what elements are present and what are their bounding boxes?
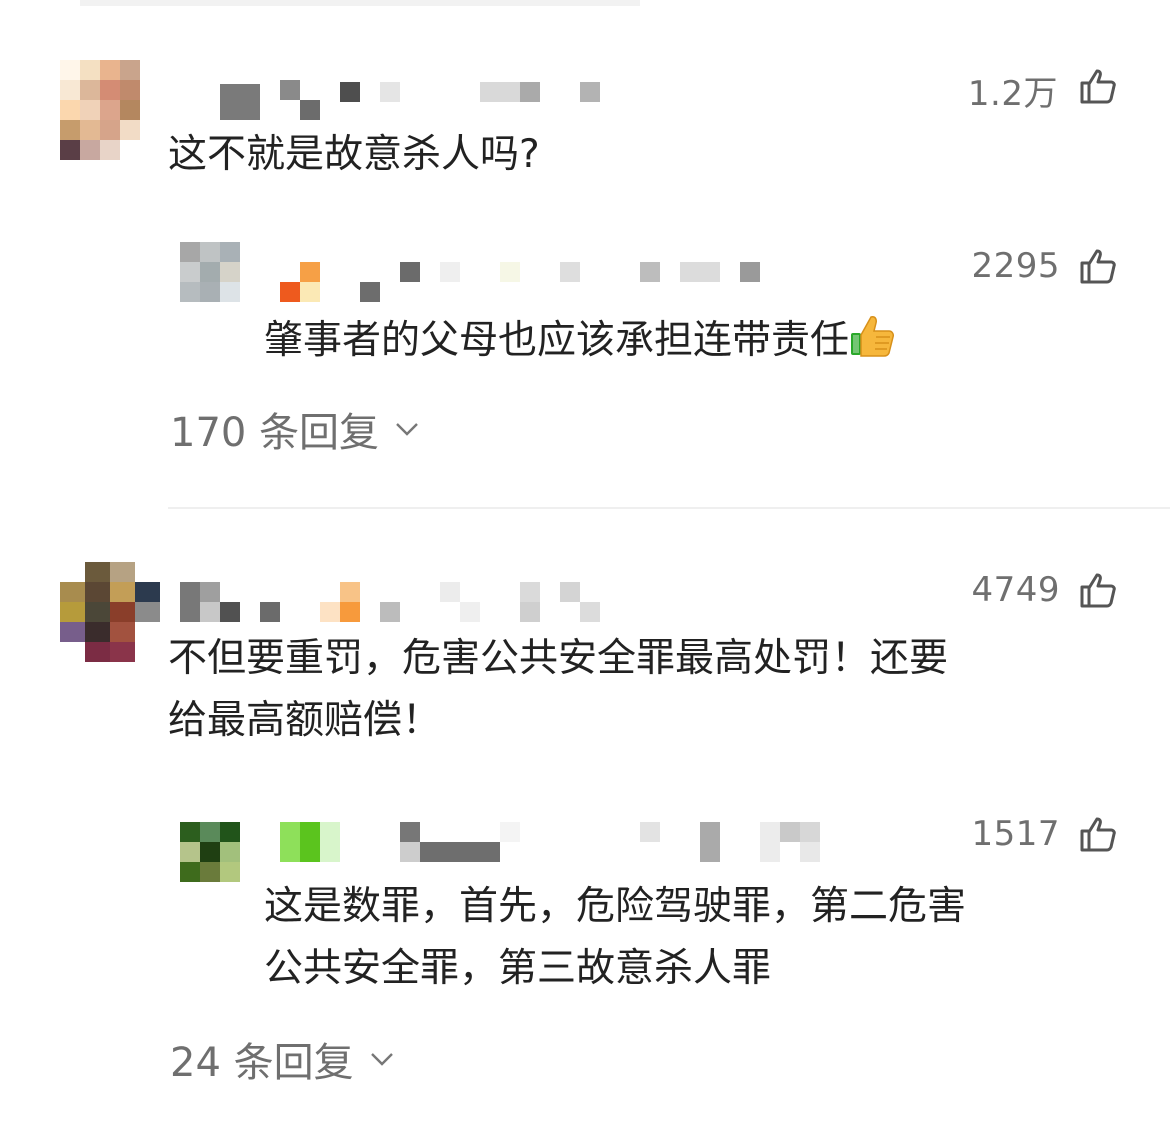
chevron-down-icon <box>370 1053 393 1066</box>
reply-username-blurred[interactable] <box>280 262 760 302</box>
reply-text-content: 肇事者的父母也应该承担连带责任 <box>264 318 850 363</box>
avatar[interactable] <box>60 562 160 662</box>
top-separator <box>80 0 640 6</box>
reply-like-count: 1517 <box>971 814 1060 854</box>
thumbs-up-emoji <box>851 316 895 357</box>
reply-like-count: 2295 <box>971 246 1060 286</box>
comment-text: 这不就是故意杀人吗? <box>168 132 540 177</box>
view-replies-button[interactable]: 24 条回复 <box>170 1030 394 1088</box>
view-replies-button[interactable]: 170 条回复 <box>170 400 419 458</box>
like-count: 4749 <box>971 570 1060 610</box>
like-count: 1.2万 <box>967 74 1058 114</box>
reply-text-line-2: 公共安全罪，第三故意杀人罪 <box>264 946 772 991</box>
avatar[interactable] <box>60 60 140 160</box>
comment-text-line-2: 给最高额赔偿！ <box>168 698 442 743</box>
comment-text-line-1: 不但要重罚，危害公共安全罪最高处罚！还要 <box>168 636 949 681</box>
thumbs-up-icon[interactable] <box>1078 66 1118 106</box>
username-blurred[interactable] <box>180 582 600 622</box>
thumbs-up-icon[interactable] <box>1078 246 1118 286</box>
reply-username-blurred[interactable] <box>280 822 820 862</box>
chevron-down-icon <box>396 423 418 436</box>
replies-count-label: 24 条回复 <box>170 1040 354 1086</box>
reply-text-line-1: 这是数罪，首先，危险驾驶罪，第二危害 <box>264 884 967 929</box>
thumbs-up-icon[interactable] <box>1078 570 1118 610</box>
thumbs-up-icon[interactable] <box>1078 814 1118 854</box>
replies-count-label: 170 条回复 <box>170 410 380 456</box>
username-blurred[interactable] <box>220 80 600 120</box>
reply-text: 肇事者的父母也应该承担连带责任 <box>264 310 895 372</box>
comment-divider <box>168 507 1170 509</box>
reply-avatar[interactable] <box>180 822 240 882</box>
reply-avatar[interactable] <box>180 242 240 302</box>
